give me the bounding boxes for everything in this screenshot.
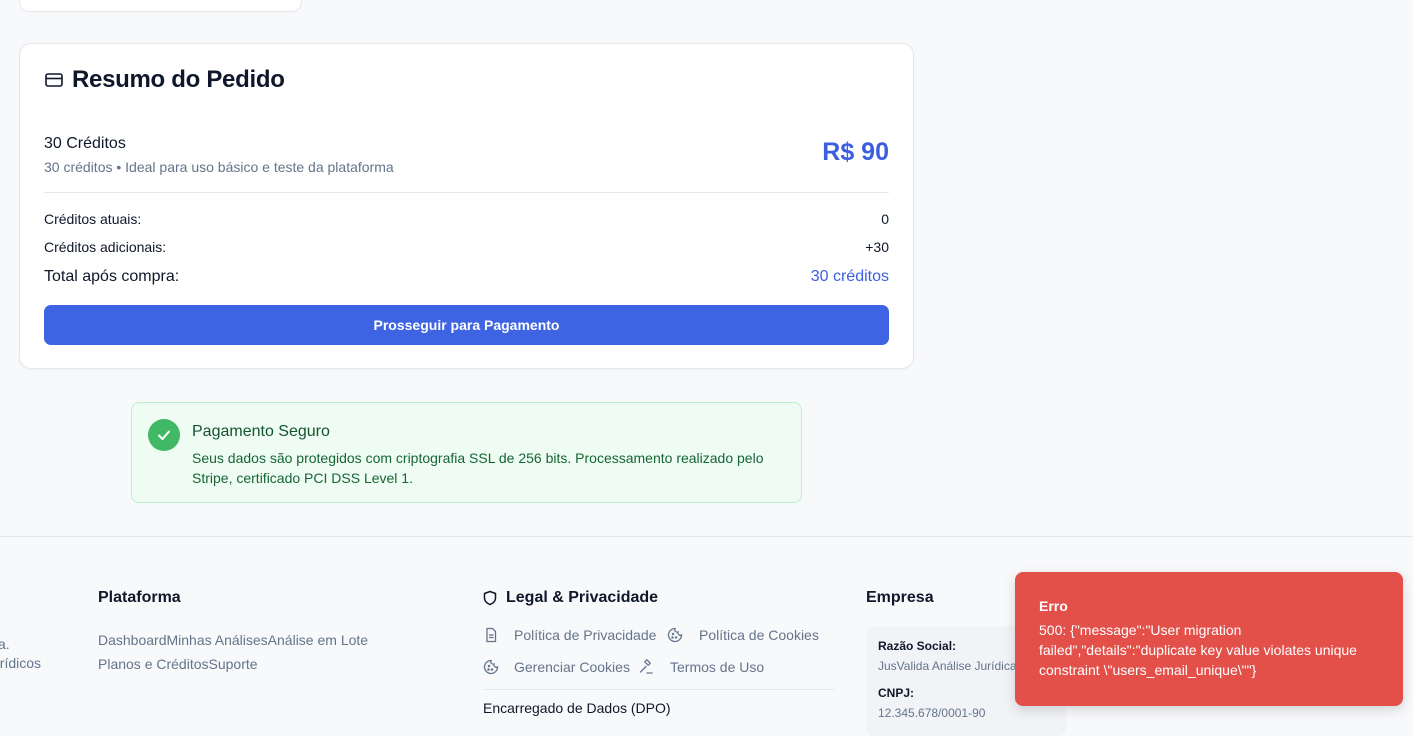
privacy-policy-label: Política de Privacidade xyxy=(514,627,657,643)
total-label: Total após compra: xyxy=(44,268,180,285)
company-heading: Empresa xyxy=(866,589,934,606)
current-credits-row: Créditos atuais: 0 xyxy=(44,211,889,227)
error-toast-title: Erro xyxy=(1039,598,1068,614)
footer-partial-text: urídicos xyxy=(0,655,42,671)
total-row: Total após compra: 30 créditos xyxy=(44,268,889,286)
terms-of-use-link[interactable]: Termos de Uso xyxy=(638,659,764,675)
link-suporte[interactable]: Suporte xyxy=(209,656,258,672)
legal-heading: Legal & Privacidade xyxy=(482,589,658,607)
divider xyxy=(483,689,835,690)
error-toast[interactable]: Erro 500: {"message":"User migration fai… xyxy=(1015,572,1403,706)
plan-description: 30 créditos • Ideal para uso básico e te… xyxy=(44,159,394,175)
secure-payment-notice: Pagamento Seguro Seus dados são protegid… xyxy=(131,402,802,503)
link-dashboard[interactable]: Dashboard xyxy=(98,632,167,648)
total-value: 30 créditos xyxy=(810,268,889,285)
shield-icon xyxy=(482,590,498,606)
plan-price: R$ 90 xyxy=(822,138,889,166)
secure-title: Pagamento Seguro xyxy=(192,423,330,440)
current-credits-label: Créditos atuais: xyxy=(44,211,142,227)
cnpj-value: 12.345.678/0001-90 xyxy=(878,706,986,720)
platform-heading: Plataforma xyxy=(98,589,181,606)
cnpj-label: CNPJ: xyxy=(878,686,915,700)
link-planos-creditos[interactable]: Planos e Créditos xyxy=(98,656,209,672)
platform-links: DashboardMinhas AnálisesAnálise em Lote P… xyxy=(98,628,408,676)
credit-card-icon xyxy=(44,70,64,90)
order-title: Resumo do Pedido xyxy=(72,66,285,93)
additional-credits-label: Créditos adicionais: xyxy=(44,239,167,255)
razao-social-label: Razão Social: xyxy=(878,639,957,653)
proceed-to-payment-button[interactable]: Prosseguir para Pagamento xyxy=(44,305,889,345)
secure-text: Seus dados são protegidos com criptograf… xyxy=(192,450,764,486)
razao-social-value: JusValida Análise Jurídica xyxy=(878,659,1017,673)
manage-cookies-label: Gerenciar Cookies xyxy=(514,659,630,675)
document-icon xyxy=(483,627,499,643)
order-summary-card: Resumo do Pedido 30 Créditos 30 créditos… xyxy=(19,43,914,369)
divider xyxy=(44,192,889,193)
error-toast-message: 500: {"message":"User migration failed",… xyxy=(1039,622,1357,678)
manage-cookies-link[interactable]: Gerenciar Cookies xyxy=(483,659,630,675)
privacy-policy-link[interactable]: Política de Privacidade xyxy=(483,627,656,643)
order-title-row: Resumo do Pedido xyxy=(44,66,285,94)
link-minhas-analises[interactable]: Minhas Análises xyxy=(167,632,268,648)
terms-of-use-label: Termos de Uso xyxy=(670,659,765,675)
cookie-policy-link[interactable]: Política de Cookies xyxy=(667,627,819,643)
additional-credits-value: +30 xyxy=(865,239,889,255)
check-icon xyxy=(148,419,180,451)
dpo-heading: Encarregado de Dados (DPO) xyxy=(483,700,671,716)
plan-name: 30 Créditos xyxy=(44,135,126,152)
cookie-icon xyxy=(483,659,499,675)
gavel-icon xyxy=(638,659,654,675)
current-credits-value: 0 xyxy=(881,211,889,227)
legal-heading-label: Legal & Privacidade xyxy=(506,589,659,606)
link-analise-em-lote[interactable]: Análise em Lote xyxy=(268,632,368,648)
footer-partial-text: a. xyxy=(0,636,10,652)
cookie-policy-label: Política de Cookies xyxy=(699,627,819,643)
previous-card xyxy=(19,0,302,12)
additional-credits-row: Créditos adicionais: +30 xyxy=(44,239,889,255)
cookie-icon xyxy=(667,627,683,643)
